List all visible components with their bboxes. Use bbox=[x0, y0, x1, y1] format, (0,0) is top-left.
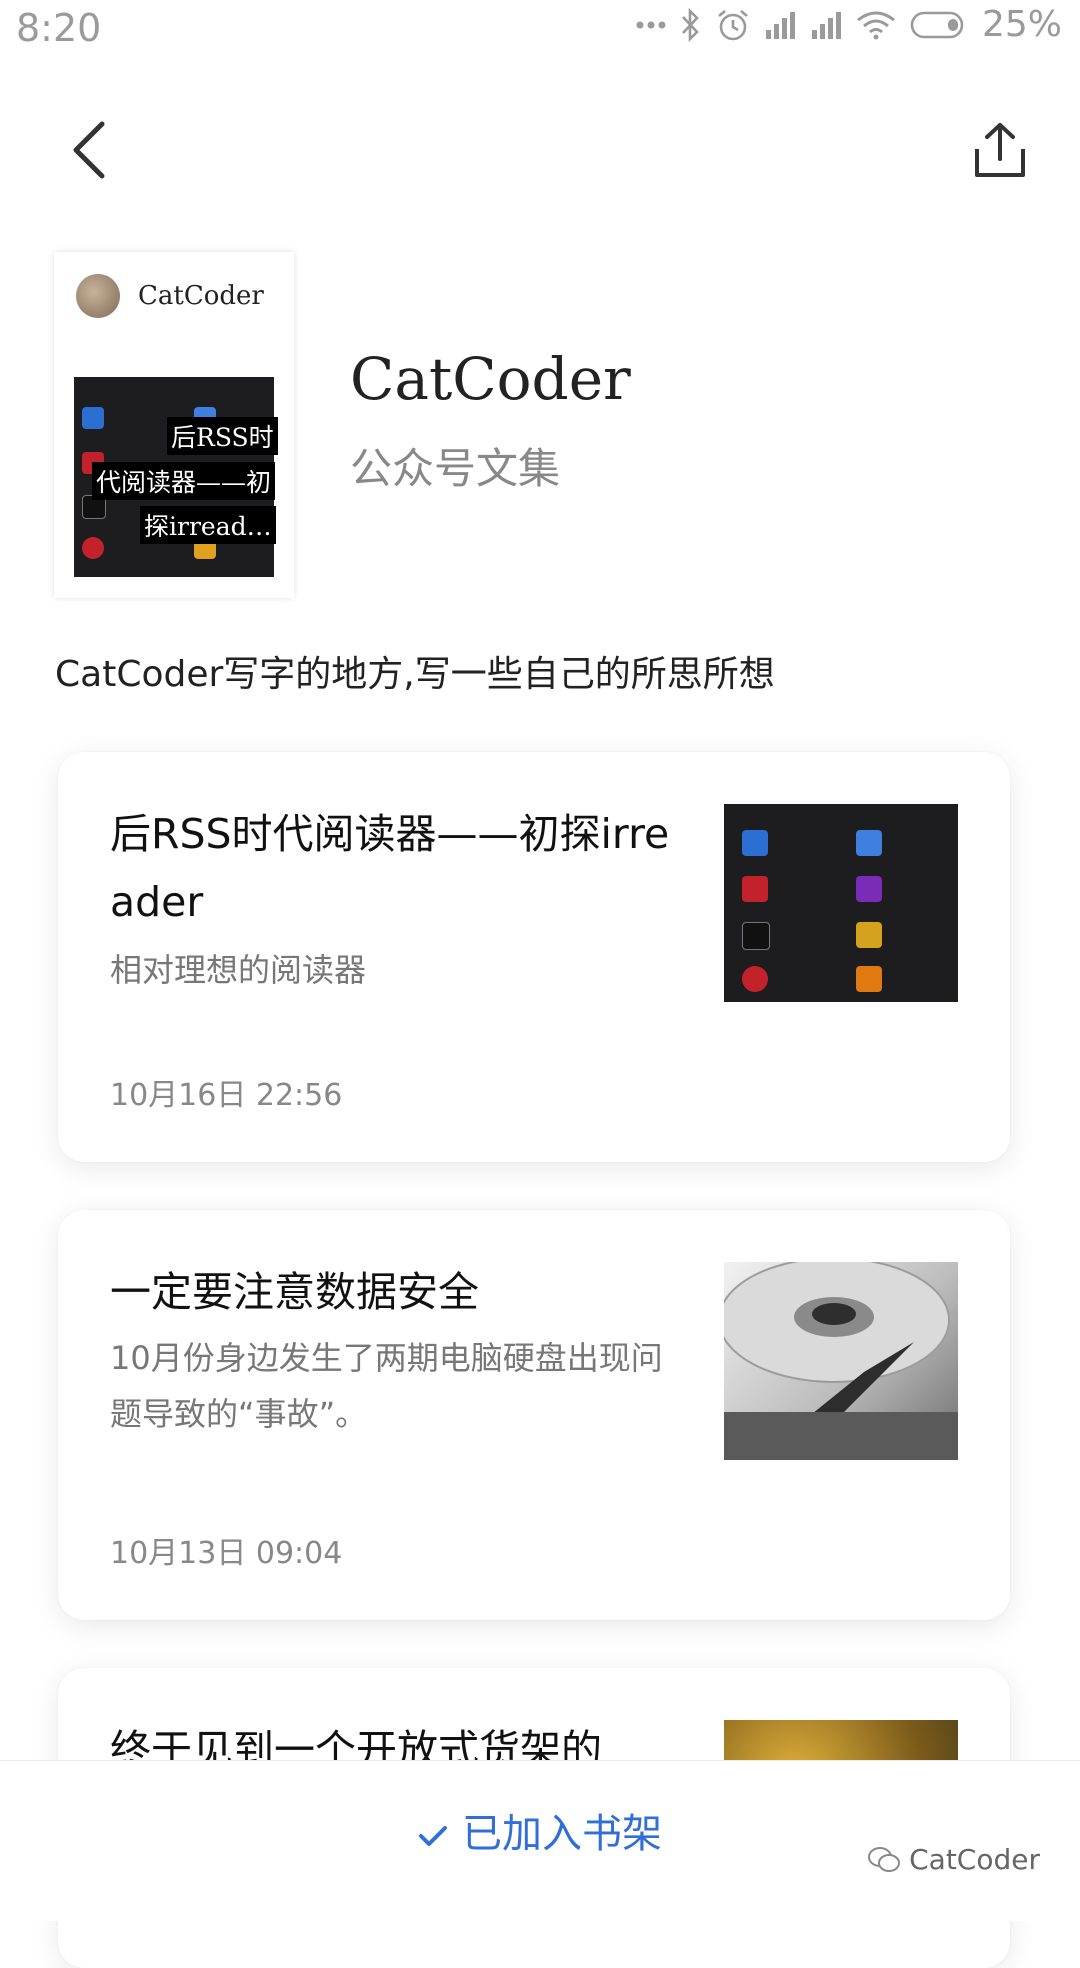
app-icon bbox=[856, 876, 882, 902]
app-icon bbox=[856, 922, 882, 948]
cover-title-line: 代阅读器——初 bbox=[92, 462, 276, 500]
app-icon bbox=[742, 966, 768, 992]
article-summary: 10月份身边发生了两期电脑硬盘出现问题导致的“事故”。 bbox=[110, 1339, 663, 1433]
top-bar bbox=[0, 90, 1080, 210]
article-thumbnail bbox=[724, 1262, 958, 1460]
article-title: 后RSS时代阅读器——初探irreader bbox=[110, 810, 670, 926]
article-title: 一定要注意数据安全 bbox=[110, 1268, 479, 1316]
back-button[interactable] bbox=[50, 100, 130, 200]
share-icon bbox=[975, 123, 1025, 177]
more-dots-icon bbox=[636, 21, 666, 28]
app-icon bbox=[742, 830, 768, 856]
cover-title-line: 探irread… bbox=[140, 506, 276, 544]
app-icon bbox=[742, 876, 768, 902]
battery-percent: 25% bbox=[981, 4, 1062, 45]
cover-title-line: 后RSS时 bbox=[167, 417, 278, 455]
signal-icon bbox=[811, 11, 841, 39]
cover-account-name: CatCoder bbox=[138, 281, 264, 311]
app-icon bbox=[856, 966, 882, 992]
article-date: 10月16日 22:56 bbox=[110, 1078, 343, 1113]
status-time: 8:20 bbox=[16, 6, 102, 50]
cover-header: CatCoder bbox=[76, 274, 264, 318]
collection-title: CatCoder bbox=[350, 345, 631, 413]
article-card[interactable]: 后RSS时代阅读器——初探irreader 相对理想的阅读器 10月16日 22… bbox=[58, 752, 1010, 1162]
status-icons: 25% bbox=[636, 4, 1062, 45]
status-bar: 8:20 25% bbox=[0, 0, 1080, 60]
bottom-bar: 已加入书架 CatCoder bbox=[0, 1760, 1080, 1921]
app-icon bbox=[82, 537, 104, 559]
collection-subtitle: 公众号文集 bbox=[350, 444, 561, 493]
collection-cover[interactable]: CatCoder 后RSS时 代阅读器——初 探irread… bbox=[54, 252, 294, 598]
article-thumbnail bbox=[724, 804, 958, 1002]
signal-icon bbox=[765, 11, 795, 39]
added-to-shelf-label: 已加入书架 bbox=[462, 1811, 662, 1857]
watermark-label: CatCoder bbox=[909, 1843, 1040, 1876]
watermark: CatCoder bbox=[867, 1843, 1040, 1876]
battery-icon bbox=[910, 11, 964, 38]
app-icon bbox=[742, 922, 770, 950]
wechat-icon bbox=[868, 1846, 901, 1872]
app-icon bbox=[856, 830, 882, 856]
share-button[interactable] bbox=[960, 100, 1040, 200]
back-arrow-icon bbox=[73, 121, 105, 179]
article-date: 10月13日 09:04 bbox=[110, 1536, 343, 1571]
wifi-icon bbox=[857, 11, 895, 39]
bluetooth-icon bbox=[682, 7, 699, 42]
article-summary: 相对理想的阅读器 bbox=[110, 951, 367, 989]
article-card[interactable]: 一定要注意数据安全 10月份身边发生了两期电脑硬盘出现问题导致的“事故”。 10… bbox=[58, 1210, 1010, 1620]
check-icon bbox=[419, 1826, 447, 1846]
app-icon bbox=[82, 407, 104, 429]
avatar bbox=[76, 274, 120, 318]
collection-description: CatCoder写字的地方,写一些自己的所思所想 bbox=[55, 654, 775, 695]
alarm-icon bbox=[718, 9, 748, 40]
